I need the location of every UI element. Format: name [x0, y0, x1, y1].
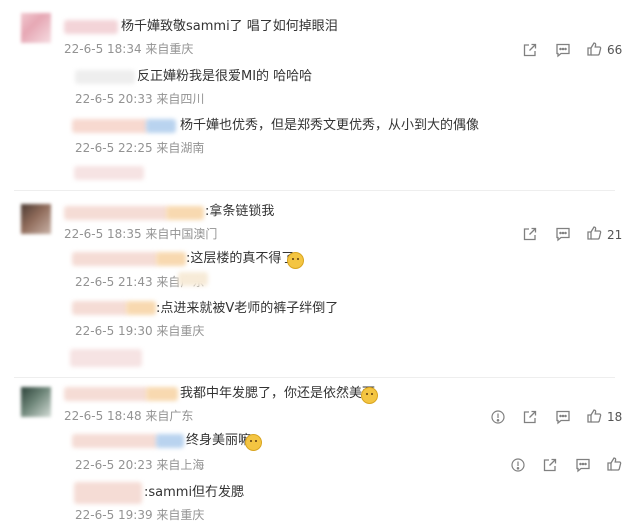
like-icon[interactable]: [586, 408, 602, 424]
comment-text: :拿条链锁我: [205, 204, 275, 219]
reply-text: 终身美丽嘛: [186, 433, 252, 448]
more-replies-blurred[interactable]: [70, 349, 142, 367]
reply-username-blurred[interactable]: [74, 482, 142, 504]
reply-meta: 22-6-5 20:23 来自上海: [75, 458, 205, 472]
avatar[interactable]: [21, 13, 51, 43]
username-blurred[interactable]: [64, 20, 118, 34]
avatar[interactable]: [21, 204, 51, 234]
like-icon[interactable]: [606, 456, 622, 472]
divider: [14, 377, 615, 378]
avatar[interactable]: [21, 387, 51, 417]
comment-text: 杨千嬅致敬sammi了 唱了如何掉眼泪: [121, 19, 338, 34]
reply-username-blurred[interactable]: [126, 301, 156, 315]
more-replies-blurred[interactable]: [74, 166, 144, 180]
share-icon[interactable]: [522, 226, 538, 242]
like-icon[interactable]: [586, 225, 602, 241]
reply-username-blurred[interactable]: [156, 434, 184, 448]
reply-username-blurred[interactable]: [72, 252, 158, 266]
reply-meta: 22-6-5 22:25 来自湖南: [75, 141, 205, 155]
reply-username-blurred[interactable]: [75, 70, 135, 84]
comment-meta: 22-6-5 18:35 来自中国澳门: [64, 227, 218, 241]
like-icon[interactable]: [586, 41, 602, 57]
reply-username-blurred[interactable]: [72, 434, 158, 448]
comment-icon[interactable]: [555, 42, 571, 58]
username-blurred[interactable]: [64, 387, 148, 401]
laugh-emoji-icon: [361, 387, 378, 404]
comment-icon[interactable]: [555, 409, 571, 425]
doge-emoji-icon: [287, 252, 304, 269]
reply-username-blurred[interactable]: [72, 119, 148, 133]
report-icon[interactable]: [510, 457, 526, 473]
reply-text: :这层楼的真不得了: [186, 251, 295, 266]
reply-meta: 22-6-5 19:30 来自重庆: [75, 324, 205, 338]
comment-meta: 22-6-5 18:34 来自重庆: [64, 42, 194, 56]
share-icon[interactable]: [522, 42, 538, 58]
reply-text: :点进来就被V老师的裤子绊倒了: [156, 301, 339, 316]
comment-text: 我都中年发腮了，你还是依然美丽: [180, 386, 376, 401]
share-icon[interactable]: [542, 457, 558, 473]
reply-username-blurred[interactable]: [146, 119, 176, 133]
comment-meta: 22-6-5 18:48 来自广东: [64, 409, 194, 423]
comment-icon[interactable]: [575, 457, 591, 473]
reply-text: 杨千嬅也优秀，但是郑秀文更优秀，从小到大的偶像: [180, 118, 480, 133]
username-blurred[interactable]: [146, 387, 178, 401]
reply-text: 反正嬅粉我是很爱MI的 哈哈哈: [137, 69, 313, 84]
divider: [14, 190, 615, 191]
share-icon[interactable]: [522, 409, 538, 425]
reply-username-blurred[interactable]: [72, 301, 128, 315]
reply-meta: 22-6-5 19:39 来自重庆: [75, 508, 205, 522]
reply-username-blurred[interactable]: [156, 252, 186, 266]
reply-attachment-blurred[interactable]: [178, 272, 208, 286]
comment-icon[interactable]: [555, 226, 571, 242]
username-blurred[interactable]: [64, 206, 168, 220]
username-blurred[interactable]: [166, 206, 204, 220]
reply-meta: 22-6-5 20:33 来自四川: [75, 92, 205, 106]
reply-text: :sammi但冇发腮: [144, 485, 245, 500]
doge-emoji-icon: [245, 434, 262, 451]
like-count: 66: [607, 43, 623, 57]
report-icon[interactable]: [490, 409, 506, 425]
like-count: 21: [607, 228, 623, 242]
like-count: 18: [607, 410, 623, 424]
